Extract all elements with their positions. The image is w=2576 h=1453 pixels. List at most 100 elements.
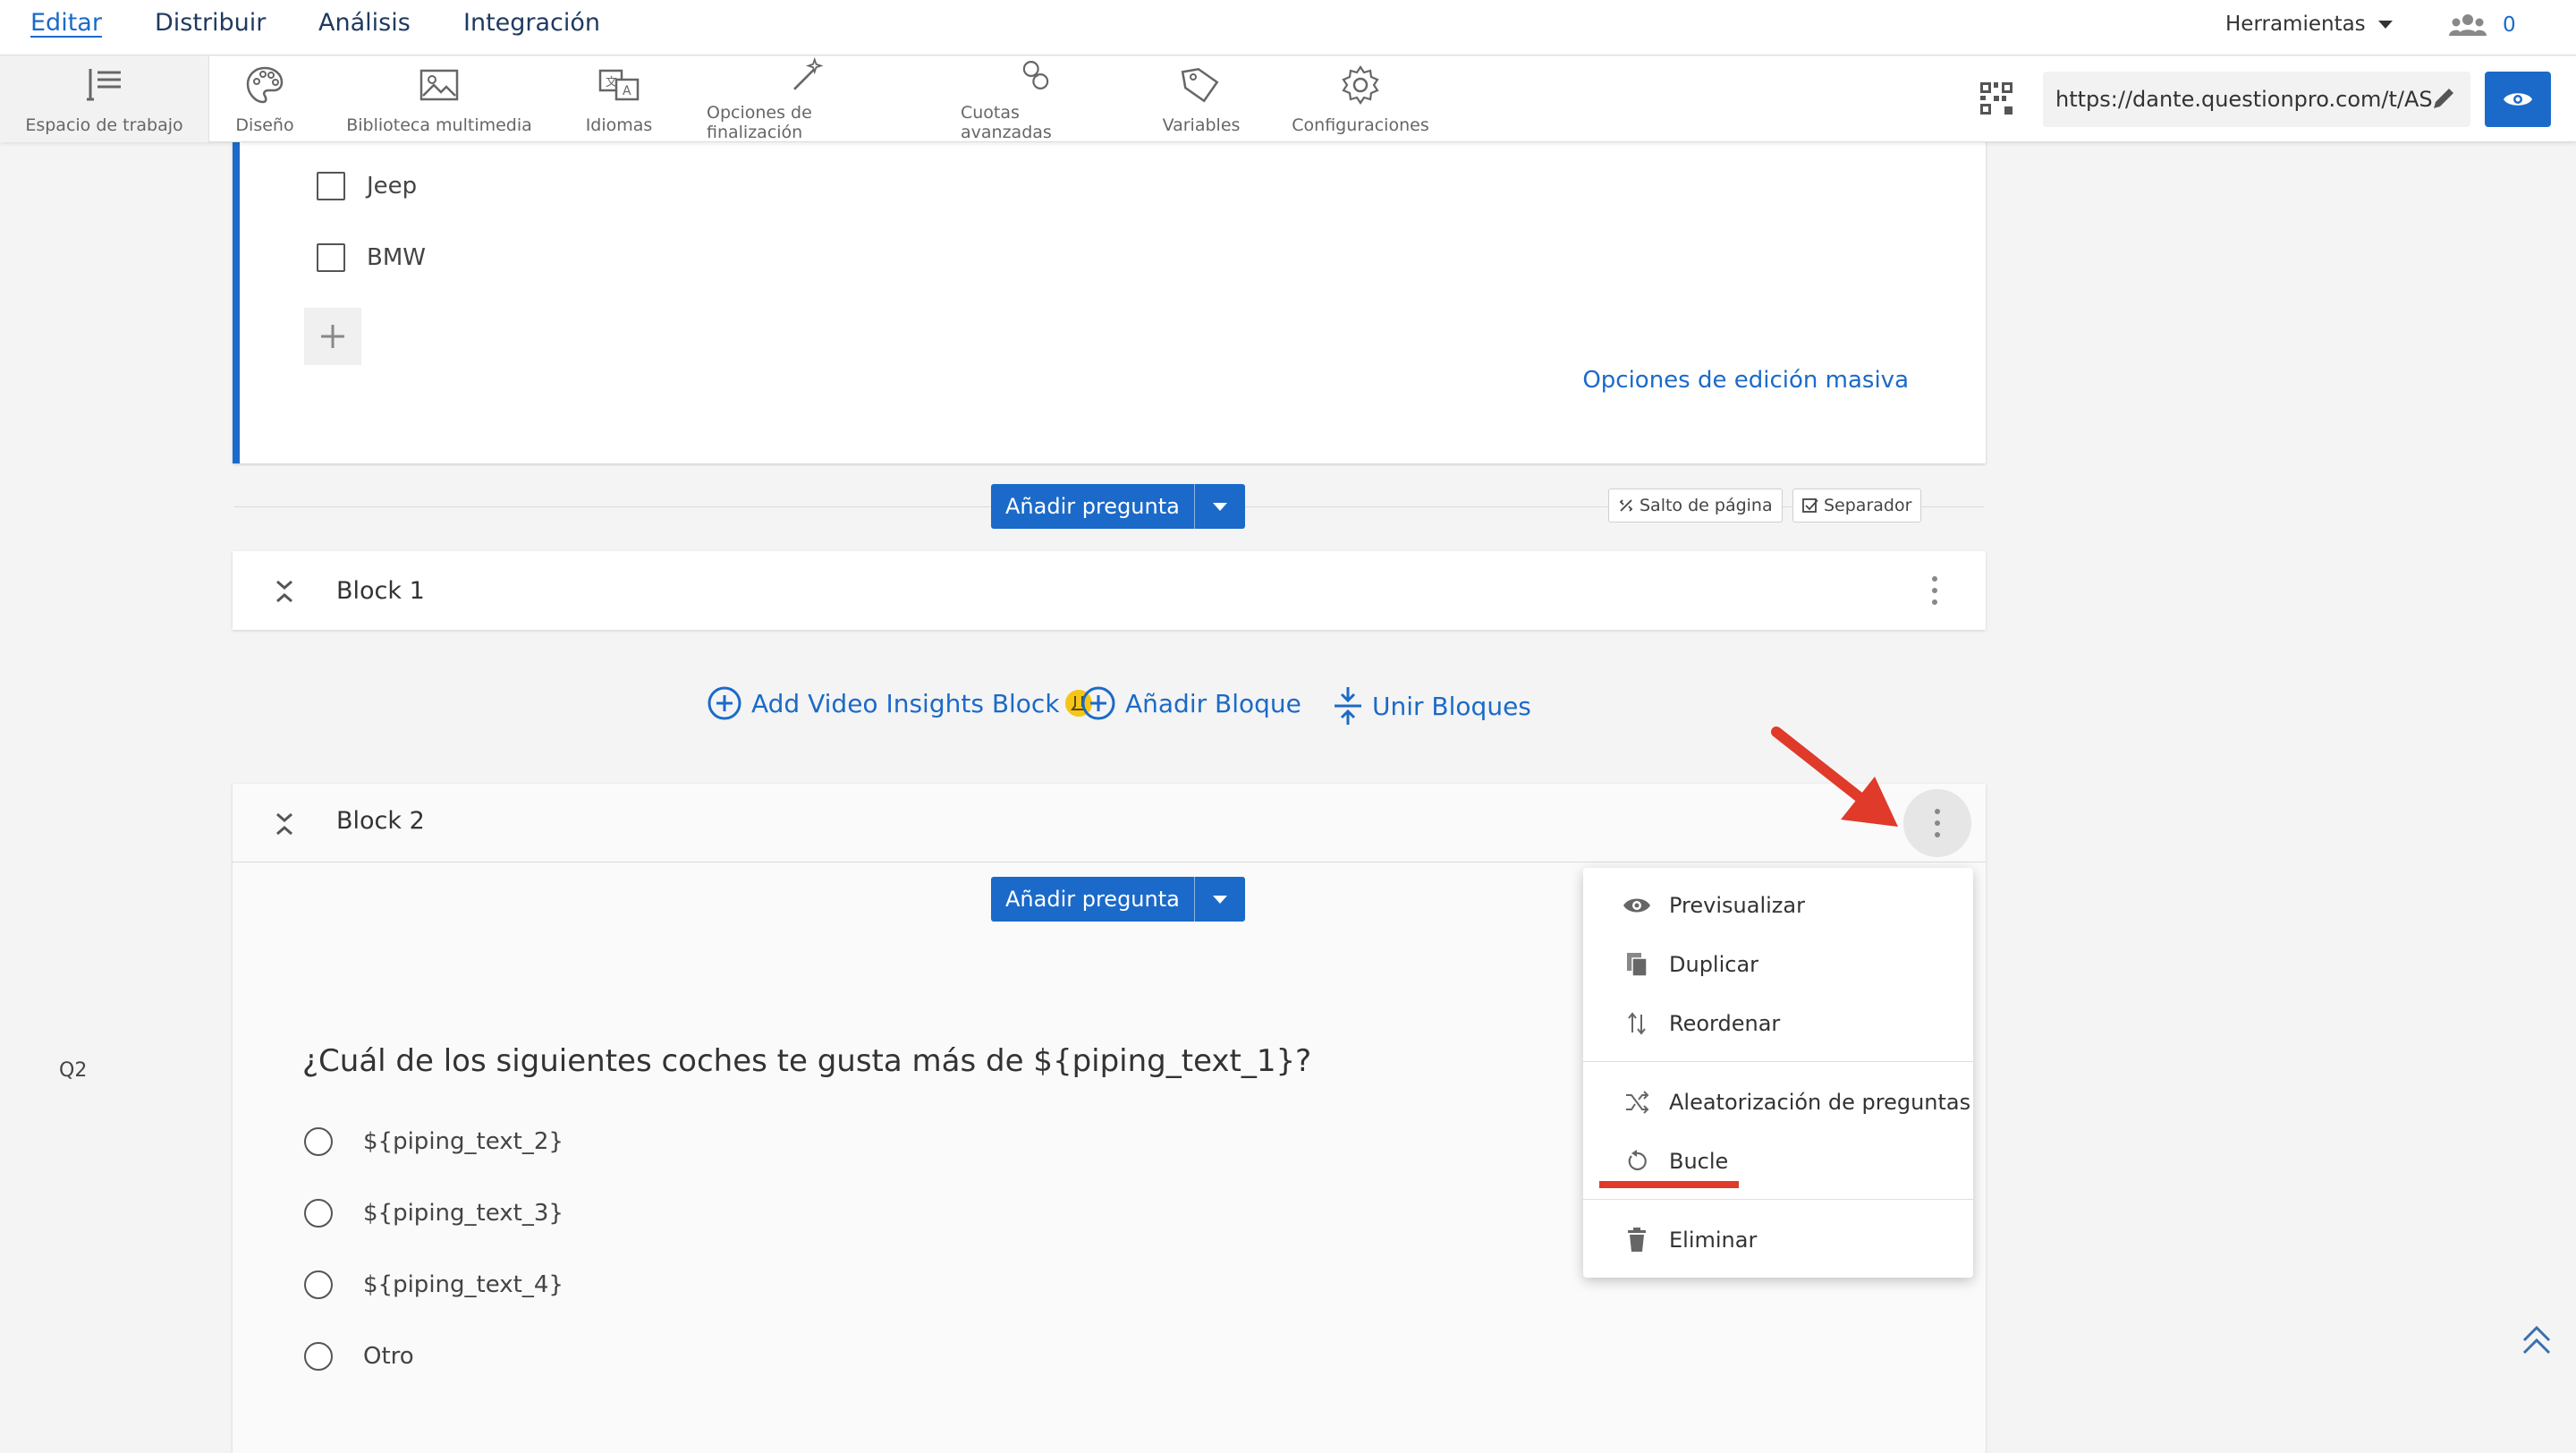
option-row[interactable]: ${piping_text_4} bbox=[304, 1270, 564, 1299]
loop-icon bbox=[1628, 1150, 1647, 1171]
tool-workspace[interactable]: Espacio de trabajo bbox=[0, 56, 209, 142]
question-card-q1: Jeep BMW Opciones de edición masiva bbox=[233, 116, 1986, 463]
video-insights-label: Add Video Insights Block bbox=[751, 688, 1060, 718]
page-break-button[interactable]: Salto de página bbox=[1608, 489, 1783, 523]
page-break-label: Salto de página bbox=[1640, 496, 1773, 515]
tools-dropdown[interactable]: Herramientas bbox=[2225, 13, 2393, 36]
add-question-dropdown[interactable] bbox=[1195, 895, 1245, 904]
reorder-icon bbox=[1628, 1012, 1646, 1035]
menu-item-preview[interactable]: Previsualizar bbox=[1623, 891, 1805, 920]
users-count: 0 bbox=[2503, 13, 2516, 37]
bulk-edit-link[interactable]: Opciones de edición masiva bbox=[1582, 367, 1909, 394]
add-question-button[interactable]: Añadir pregunta bbox=[991, 877, 1245, 922]
survey-url-field[interactable]: https://dante.questionpro.com/t/AS bbox=[2043, 72, 2470, 127]
tool-design[interactable]: Diseño bbox=[229, 56, 301, 142]
menu-item-delete[interactable]: Eliminar bbox=[1623, 1226, 1757, 1254]
checkbox[interactable] bbox=[317, 243, 345, 272]
tool-end-options[interactable]: Opciones de finalización bbox=[707, 56, 907, 142]
menu-divider bbox=[1583, 1061, 1973, 1062]
preview-button[interactable] bbox=[2485, 72, 2551, 127]
tool-quotas-label: Cuotas avanzadas bbox=[961, 103, 1052, 142]
plus-circle-icon bbox=[708, 686, 741, 720]
nav-distribuir[interactable]: Distribuir bbox=[155, 9, 266, 37]
checkbox[interactable] bbox=[317, 172, 345, 200]
add-video-insights-block-button[interactable]: Add Video Insights Block bbox=[707, 685, 1094, 721]
merge-blocks-button[interactable]: Unir Bloques bbox=[1333, 685, 1531, 726]
plus-circle-icon bbox=[1081, 686, 1115, 720]
option-label: ${piping_text_4} bbox=[363, 1271, 564, 1298]
menu-item-duplicate[interactable]: Duplicar bbox=[1623, 950, 1758, 979]
tools-label: Herramientas bbox=[2225, 13, 2366, 36]
svg-text:A: A bbox=[623, 84, 631, 98]
collapse-icon[interactable] bbox=[272, 811, 297, 837]
add-question-button[interactable]: Añadir pregunta bbox=[991, 484, 1245, 529]
tool-media-library[interactable]: Biblioteca multimedia bbox=[345, 56, 533, 142]
tool-variables-label: Variables bbox=[1162, 115, 1241, 135]
tool-variables[interactable]: Variables bbox=[1159, 56, 1243, 142]
radio-button[interactable] bbox=[304, 1270, 333, 1299]
option-row[interactable]: Jeep bbox=[317, 172, 417, 200]
radio-button[interactable] bbox=[304, 1199, 333, 1228]
tool-languages[interactable]: 文A Idiomas bbox=[572, 56, 665, 142]
block-title: Block 1 bbox=[336, 576, 425, 605]
qr-code-icon[interactable] bbox=[1980, 82, 2012, 115]
tool-settings-label: Configuraciones bbox=[1292, 115, 1429, 135]
radio-button[interactable] bbox=[304, 1342, 333, 1371]
trash-icon bbox=[1628, 1228, 1646, 1252]
tool-settings[interactable]: Configuraciones bbox=[1292, 56, 1429, 142]
users-icon bbox=[2449, 14, 2487, 36]
nav-integracion[interactable]: Integración bbox=[463, 9, 600, 37]
block-2-more-button[interactable] bbox=[1903, 789, 1971, 857]
menu-item-reorder[interactable]: Reordenar bbox=[1623, 1009, 1780, 1038]
workspace-icon bbox=[86, 69, 121, 101]
shuffle-icon bbox=[1626, 1091, 1649, 1114]
chevron-down-icon bbox=[1212, 895, 1227, 904]
merge-blocks-label: Unir Bloques bbox=[1372, 691, 1531, 721]
add-question-dropdown[interactable] bbox=[1195, 502, 1245, 511]
nav-analisis[interactable]: Análisis bbox=[318, 9, 411, 37]
block-2-header: Block 2 bbox=[233, 784, 1986, 862]
block-1-more-icon[interactable] bbox=[1928, 571, 1941, 610]
menu-item-label: Previsualizar bbox=[1669, 893, 1805, 918]
tag-icon bbox=[1181, 67, 1219, 103]
eye-icon bbox=[2504, 93, 2532, 106]
radio-button[interactable] bbox=[304, 1127, 333, 1156]
chevron-down-icon bbox=[1212, 502, 1227, 511]
add-block-label: Añadir Bloque bbox=[1125, 688, 1301, 718]
checkbox-icon bbox=[1802, 498, 1818, 513]
menu-item-randomize[interactable]: Aleatorización de preguntas bbox=[1623, 1088, 1970, 1117]
option-label: Otro bbox=[363, 1343, 414, 1370]
collapse-icon[interactable] bbox=[272, 578, 297, 605]
option-row[interactable]: ${piping_text_2} bbox=[304, 1127, 564, 1156]
menu-divider bbox=[1583, 1199, 1973, 1200]
option-row[interactable]: BMW bbox=[317, 243, 426, 272]
block-options-menu: Previsualizar Duplicar Reordenar Aleator… bbox=[1583, 868, 1973, 1278]
plus-icon bbox=[321, 325, 344, 348]
question-text[interactable]: ¿Cuál de los siguientes coches te gusta … bbox=[302, 1043, 1311, 1079]
tool-end-options-label: Opciones de finalización bbox=[707, 103, 812, 142]
tool-advanced-quotas[interactable]: Cuotas avanzadas bbox=[961, 56, 1111, 142]
separator-label: Separador bbox=[1824, 496, 1912, 515]
separator-button[interactable]: Separador bbox=[1792, 489, 1922, 523]
add-option-button[interactable] bbox=[304, 308, 361, 365]
option-row[interactable]: Otro bbox=[304, 1342, 414, 1371]
users-indicator[interactable]: 0 bbox=[2449, 13, 2516, 38]
menu-item-label: Aleatorización de preguntas bbox=[1669, 1090, 1971, 1115]
option-row[interactable]: ${piping_text_3} bbox=[304, 1199, 564, 1228]
translate-icon: 文A bbox=[598, 69, 640, 101]
option-label: ${piping_text_3} bbox=[363, 1200, 564, 1227]
nav-editar[interactable]: Editar bbox=[30, 9, 102, 37]
pencil-icon[interactable] bbox=[2429, 84, 2458, 113]
scroll-to-top-icon[interactable] bbox=[2519, 1322, 2555, 1358]
quota-icon bbox=[1022, 61, 1049, 89]
option-label: BMW bbox=[367, 244, 426, 271]
image-icon bbox=[419, 69, 459, 101]
tool-media-label: Biblioteca multimedia bbox=[346, 115, 532, 135]
add-block-button[interactable]: Añadir Bloque bbox=[1080, 685, 1301, 721]
block-title: Block 2 bbox=[336, 807, 425, 835]
highlight-underline bbox=[1599, 1181, 1739, 1188]
add-question-label: Añadir pregunta bbox=[991, 484, 1195, 529]
magic-wand-icon bbox=[793, 56, 824, 90]
page-break-icon bbox=[1619, 499, 1633, 512]
menu-item-loop[interactable]: Bucle bbox=[1623, 1147, 1728, 1176]
